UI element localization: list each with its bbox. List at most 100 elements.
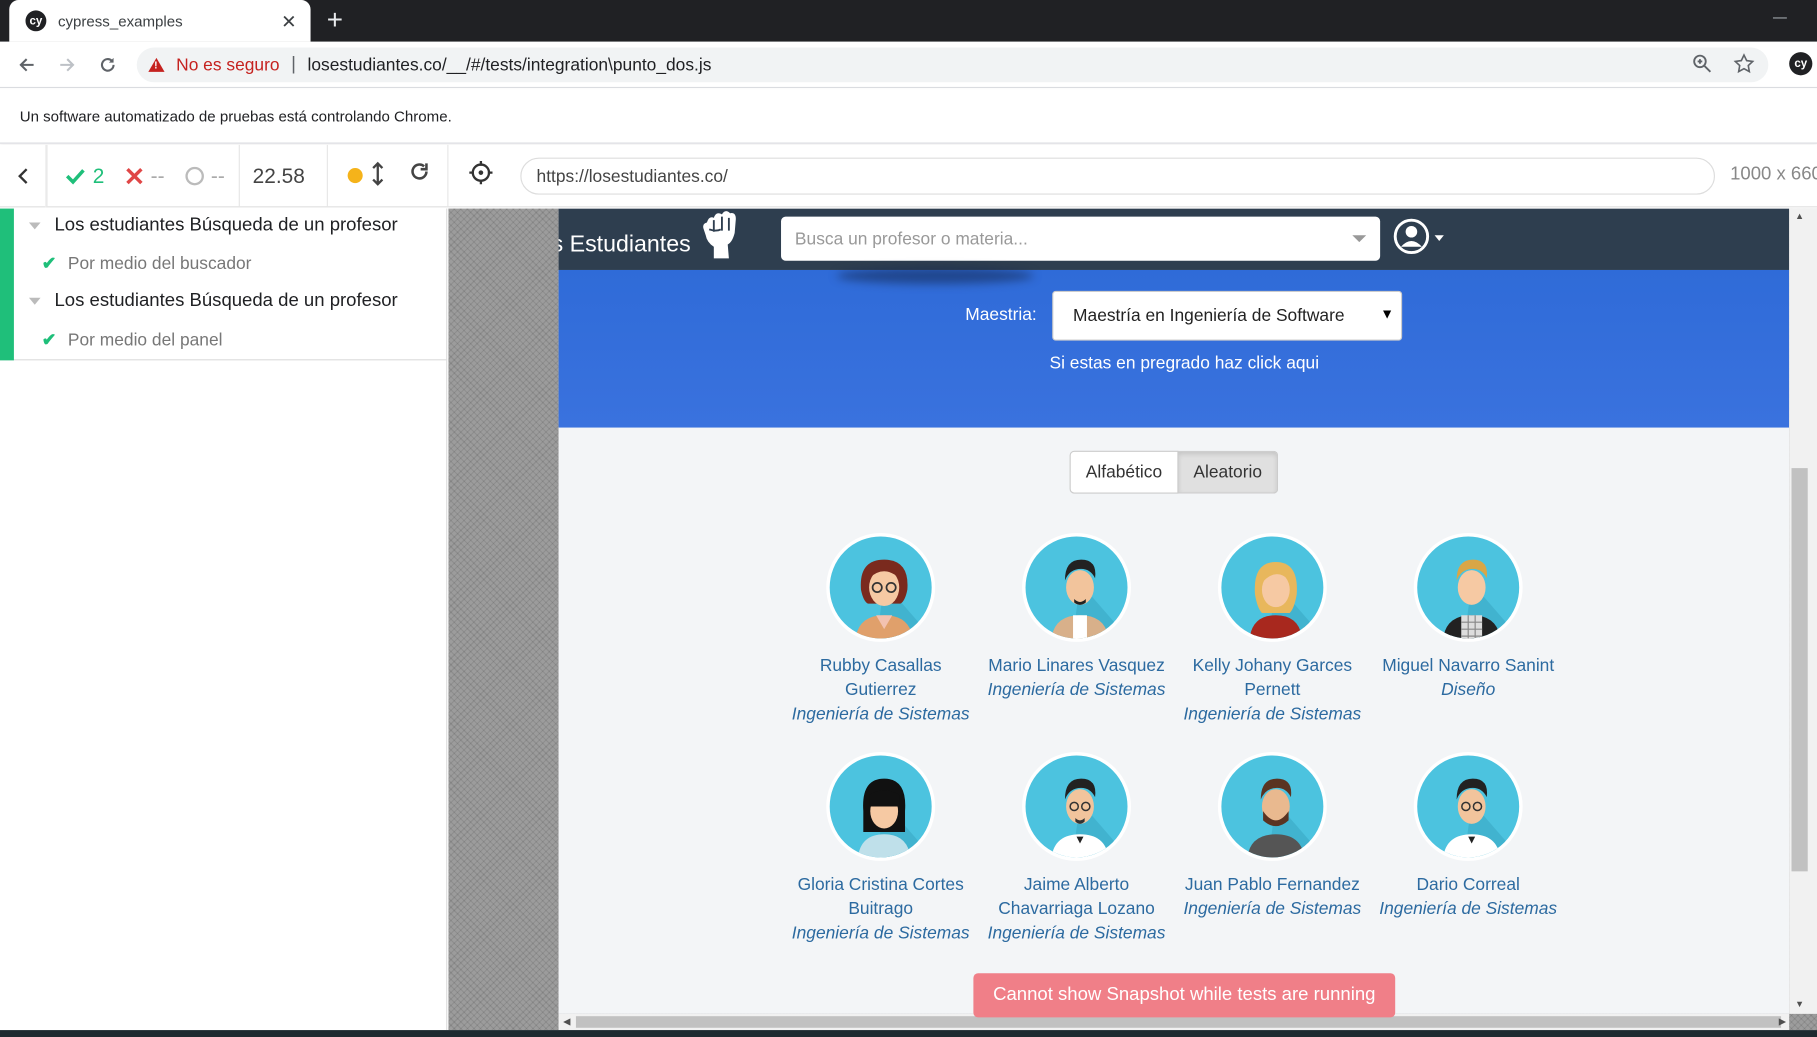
passed-number: 2 [92,163,105,188]
professor-name[interactable]: Dario Correal [1370,873,1567,897]
professor-avatar[interactable] [826,751,936,861]
professor-department: Ingeniería de Sistemas [1183,899,1362,919]
browser-toolbar: No es seguro | losestudiantes.co/__/#/te… [0,41,1817,89]
professor-avatar[interactable] [1413,533,1523,642]
random-order-button[interactable]: Aleatorio [1178,450,1279,494]
professor-avatar[interactable] [1413,751,1523,861]
professor-department: Diseño [1441,680,1496,700]
bookmark-star-icon[interactable] [1733,53,1755,74]
professor-name[interactable]: Kelly Johany Garces Pernett [1174,654,1371,703]
professor-avatar[interactable] [1217,751,1327,861]
running-status-dot-icon [347,168,363,184]
zoom-icon[interactable] [1692,53,1713,74]
site-brand[interactable]: s Estudiantes [559,232,691,259]
reload-icon[interactable] [94,51,122,79]
professor-card[interactable]: Gloria Cristina Cortes Buitrago Ingenier… [782,751,979,946]
cypress-header: 2 -- -- 22.58 https://losestudiantes.co/… [0,144,1817,208]
chevron-left-icon[interactable] [0,144,47,208]
professor-card[interactable]: Kelly Johany Garces Pernett Ingeniería d… [1174,533,1371,727]
passed-count: 2 [65,145,104,208]
professor-department: Ingeniería de Sistemas [791,923,970,944]
url-text[interactable]: losestudiantes.co/__/#/tests/integration… [308,55,712,75]
professor-avatar[interactable] [1022,751,1131,861]
alphabetic-order-button[interactable]: Alfabético [1069,450,1179,494]
suite-title-text: Los estudiantes Búsqueda de un profesor [54,290,398,311]
infobar-text: Un software automatizado de pruebas está… [19,107,452,125]
professor-name[interactable]: Jaime Alberto Chavarriaga Lozano [978,873,1175,922]
professor-avatar[interactable] [1022,533,1131,642]
suite-title-text: Los estudiantes Búsqueda de un profesor [54,215,398,236]
professor-avatar[interactable] [1217,533,1327,642]
professor-department: Ingeniería de Sistemas [791,704,970,725]
professor-card[interactable]: Jaime Alberto Chavarriaga Lozano Ingenie… [978,751,1175,946]
professor-name[interactable]: Juan Pablo Fernandez [1174,873,1371,897]
professor-name[interactable]: Rubby Casallas Gutierrez [782,654,979,703]
professor-name[interactable]: Gloria Cristina Cortes Buitrago [782,873,979,922]
caret-down-icon [28,297,41,305]
back-arrow-icon[interactable] [13,51,41,79]
pending-ring-icon [185,166,204,186]
header-divider [46,144,48,208]
professor-name[interactable]: Mario Linares Vasquez [978,654,1175,678]
failed-number: -- [150,163,165,188]
user-account-icon[interactable] [1393,218,1430,255]
aut-vertical-scroll-thumb[interactable] [1791,468,1808,872]
duration: 22.58 [252,163,305,188]
professor-name[interactable]: Miguel Navarro Sanint [1370,654,1567,678]
scroll-left-arrow-icon[interactable]: ◀ [563,1016,570,1026]
new-tab-button[interactable]: + [327,5,343,37]
maestria-select[interactable]: Maestría en Ingeniería de Software ▼ [1052,290,1403,341]
scroll-right-arrow-icon[interactable]: ▶ [1779,1016,1786,1026]
professor-department: Ingeniería de Sistemas [987,923,1166,944]
application-under-test: s Estudiantes Busca un profesor o materi… [558,208,1790,1014]
user-menu-caret-icon[interactable] [1434,235,1444,242]
viewport-size[interactable]: 1000 x 660 [1730,165,1817,186]
aut-horizontal-scroll-thumb[interactable] [575,1016,1782,1028]
maestria-label: Maestria: [965,304,1037,325]
cypress-extension-icon[interactable]: cy [1789,52,1813,76]
professor-card[interactable]: Dario Correal Ingeniería de Sistemas [1370,751,1567,921]
omnibox-actions [1692,53,1755,74]
suite-status-bar [0,208,14,361]
header-divider [326,144,328,208]
address-bar[interactable]: No es seguro | losestudiantes.co/__/#/te… [136,47,1769,83]
suite-title[interactable]: Los estudiantes Búsqueda de un profesor [28,290,398,312]
professor-card[interactable]: Mario Linares Vasquez Ingeniería de Sist… [978,533,1175,702]
x-icon [126,167,143,185]
aut-url-bar[interactable]: https://losestudiantes.co/ [520,157,1716,195]
pending-count: -- [185,145,225,208]
suite-title[interactable]: Los estudiantes Búsqueda de un profesor [28,215,398,237]
selector-playground-icon[interactable] [468,160,493,185]
os-taskbar [0,1030,1817,1037]
professor-card[interactable]: Juan Pablo Fernandez Ingeniería de Siste… [1174,751,1371,921]
close-tab-icon[interactable]: ✕ [281,10,297,33]
tab-title: cypress_examples [57,12,183,30]
test-reporter: Los estudiantes Búsqueda de un profesor … [0,208,448,1031]
raised-fist-logo-icon[interactable] [695,211,741,267]
forward-arrow-icon[interactable] [53,51,81,79]
maestria-selected-value: Maestría en Ingeniería de Software [1073,305,1345,326]
auto-scroll-icon[interactable] [371,161,385,192]
test-item[interactable]: ✔ Por medio del buscador [42,253,252,273]
header-divider [238,144,240,208]
pregrado-link[interactable]: Si estas en pregrado haz click aqui [559,353,1790,373]
chevron-down-icon[interactable] [1352,235,1367,243]
professor-card[interactable]: Rubby Casallas Gutierrez Ingeniería de S… [782,533,979,727]
professor-search-input[interactable]: Busca un profesor o materia... [781,216,1381,261]
professor-avatar[interactable] [826,533,936,642]
scroll-up-arrow-icon[interactable]: ▲ [1795,211,1804,221]
program-selector-banner: Maestria: Maestría en Ingeniería de Soft… [558,267,1790,428]
restart-icon[interactable] [408,160,431,190]
search-placeholder: Busca un profesor o materia... [794,228,1028,249]
minimize-window-icon[interactable] [1772,17,1787,19]
banner-shadow [836,267,1034,284]
select-arrow-icon: ▼ [1380,305,1395,323]
scroll-down-arrow-icon[interactable]: ▼ [1795,999,1804,1009]
professor-card[interactable]: Miguel Navarro Sanint Diseño [1370,533,1567,702]
browser-tab[interactable]: cy cypress_examples ✕ [9,0,311,42]
test-title-text: Por medio del panel [67,329,223,350]
url-separator: | [291,54,296,75]
browser-tab-bar: cy cypress_examples ✕ + [0,0,1817,42]
insecure-label[interactable]: No es seguro [176,55,279,75]
test-item[interactable]: ✔ Por medio del panel [42,329,223,350]
